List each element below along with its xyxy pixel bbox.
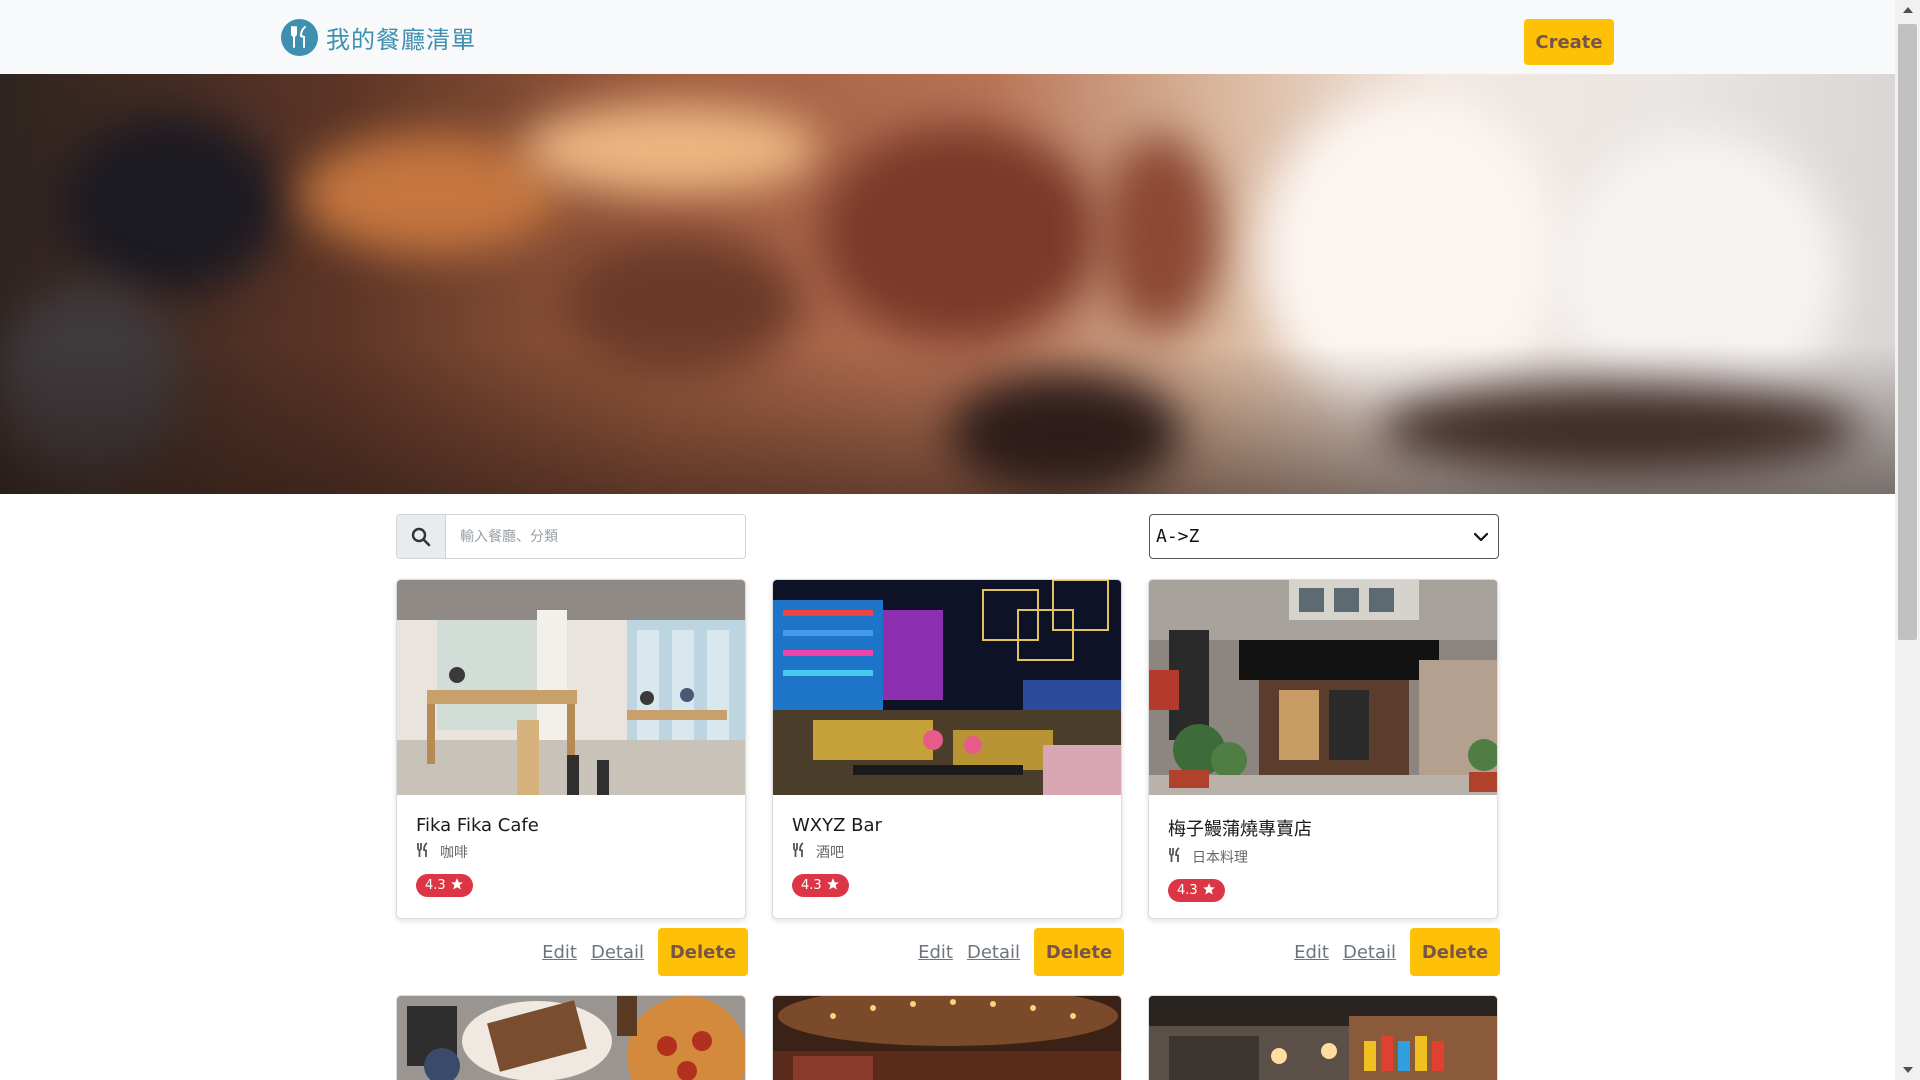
brand[interactable]: 我的餐廳清單 — [281, 18, 476, 56]
restaurant-name: 梅子鰻蒲燒專賣店 — [1168, 819, 1312, 840]
search-icon[interactable] — [397, 515, 446, 558]
navbar: 我的餐廳清單 Create — [0, 0, 1895, 74]
edit-link[interactable]: Edit — [542, 942, 577, 963]
card-actions: Edit Detail Delete — [1148, 928, 1500, 976]
detail-link[interactable]: Detail — [967, 942, 1020, 963]
restaurant-card[interactable] — [396, 995, 746, 1080]
edit-link[interactable]: Edit — [1294, 942, 1329, 963]
rating-value: 4.3 — [801, 878, 822, 893]
rating-badge: 4.3 — [1168, 879, 1225, 902]
rating-value: 4.3 — [1177, 883, 1198, 898]
restaurant-name: Fika Fika Cafe — [416, 815, 539, 836]
edit-link[interactable]: Edit — [918, 942, 953, 963]
card-actions: Edit Detail Delete — [772, 928, 1124, 976]
scroll-down-icon[interactable] — [1895, 1060, 1920, 1080]
search-input[interactable] — [446, 515, 745, 558]
delete-button[interactable]: Delete — [1410, 928, 1500, 976]
brand-name: 我的餐廳清單 — [326, 25, 476, 54]
restaurant-card[interactable]: 梅子鰻蒲燒專賣店 日本料理 4.3 — [1148, 579, 1498, 919]
category-label: 日本料理 — [1192, 850, 1248, 866]
search-bar — [396, 514, 746, 559]
detail-link[interactable]: Detail — [1343, 942, 1396, 963]
chevron-down-icon — [1473, 526, 1489, 547]
restaurant-category: 酒吧 — [792, 842, 1102, 862]
rating-value: 4.3 — [425, 878, 446, 893]
utensils-icon — [792, 842, 806, 862]
detail-link[interactable]: Detail — [591, 942, 644, 963]
restaurant-image — [397, 580, 745, 795]
utensils-icon — [416, 842, 430, 862]
restaurant-card[interactable] — [1148, 995, 1498, 1080]
utensils-icon — [1168, 847, 1182, 867]
card-actions: Edit Detail Delete — [396, 928, 748, 976]
page: 我的餐廳清單 Create A->Z — [0, 0, 1920, 1080]
rating-badge: 4.3 — [792, 874, 849, 897]
category-label: 酒吧 — [816, 845, 844, 861]
sort-select[interactable]: A->Z — [1149, 514, 1499, 559]
restaurant-card[interactable] — [772, 995, 1122, 1080]
restaurant-card[interactable]: Fika Fika Cafe 咖啡 4.3 — [396, 579, 746, 919]
restaurant-image — [397, 996, 745, 1080]
restaurant-image — [1149, 580, 1497, 795]
create-button[interactable]: Create — [1524, 19, 1614, 65]
vertical-scrollbar[interactable] — [1895, 0, 1920, 1080]
utensils-icon — [281, 18, 318, 56]
delete-button[interactable]: Delete — [658, 928, 748, 976]
restaurant-category: 咖啡 — [416, 842, 726, 862]
restaurant-name: WXYZ Bar — [792, 815, 882, 836]
scroll-up-icon[interactable] — [1895, 0, 1920, 20]
hero-banner — [0, 74, 1895, 494]
delete-button[interactable]: Delete — [1034, 928, 1124, 976]
restaurant-image — [1149, 996, 1497, 1080]
scrollbar-thumb[interactable] — [1898, 24, 1917, 640]
star-icon — [450, 877, 464, 895]
restaurant-category: 日本料理 — [1168, 847, 1478, 867]
star-icon — [826, 877, 840, 895]
sort-selected-value: A->Z — [1156, 526, 1200, 547]
restaurant-card[interactable]: WXYZ Bar 酒吧 4.3 — [772, 579, 1122, 919]
restaurant-image — [773, 580, 1121, 795]
category-label: 咖啡 — [440, 845, 468, 861]
restaurant-image — [773, 996, 1121, 1080]
rating-badge: 4.3 — [416, 874, 473, 897]
star-icon — [1202, 882, 1216, 900]
